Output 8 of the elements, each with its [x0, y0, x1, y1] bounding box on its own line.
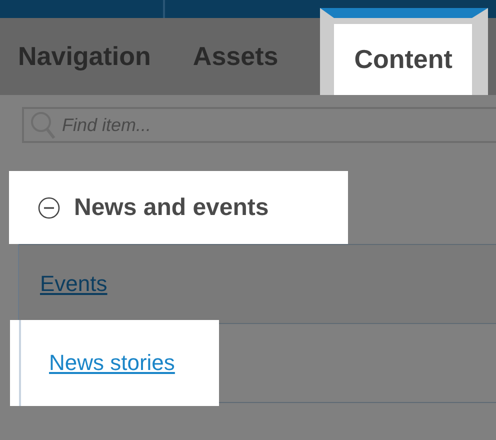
section-header[interactable]: News and events	[9, 171, 348, 244]
tree-link[interactable]: Events	[40, 271, 108, 297]
tab[interactable]: Navigation	[18, 18, 171, 95]
collapse-icon[interactable]	[38, 196, 60, 218]
tab[interactable]: Assets	[192, 18, 298, 95]
tab[interactable]: Content	[320, 8, 488, 95]
tree-link[interactable]: News stories	[49, 350, 175, 376]
section-title: News and events	[74, 194, 269, 222]
